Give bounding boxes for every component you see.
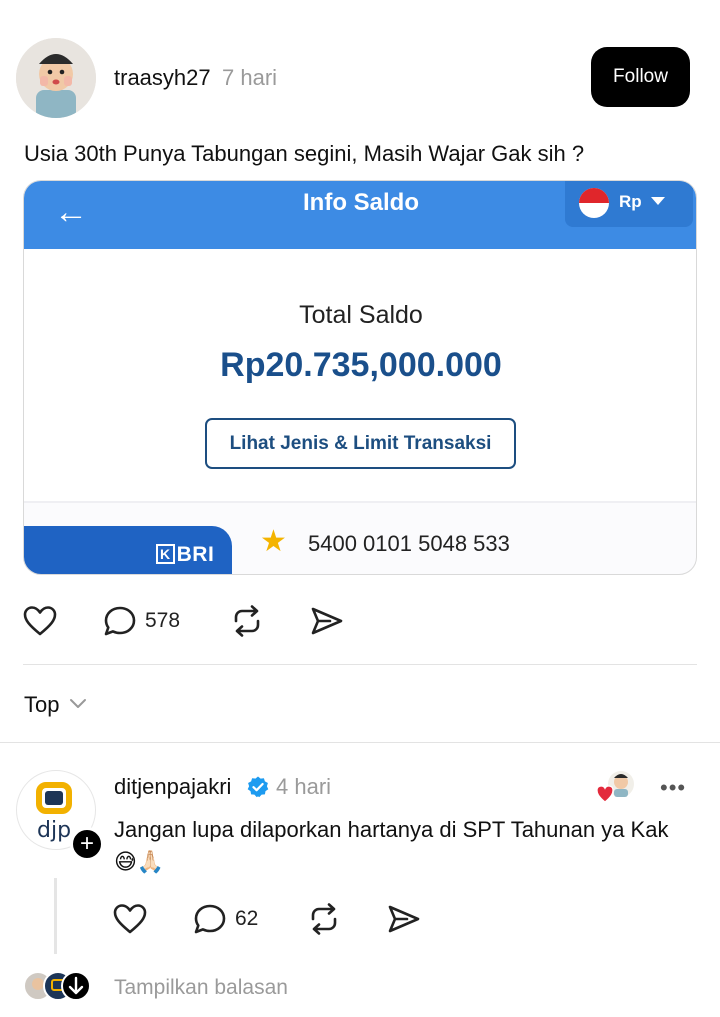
repost-icon (234, 605, 260, 637)
reply-like-button[interactable] (113, 903, 147, 935)
reply-share-button[interactable] (387, 903, 421, 935)
post-username[interactable]: traasyh27 (114, 65, 211, 91)
reply-text: Jangan lupa dilaporkan hartanya di SPT T… (114, 817, 669, 874)
like-button[interactable] (23, 605, 57, 637)
limit-transaction-button: Lihat Jenis & Limit Transaksi (205, 418, 516, 469)
follow-button[interactable]: Follow (591, 47, 690, 107)
show-replies-link[interactable]: Tampilkan balasan (114, 976, 288, 1000)
heart-icon (113, 904, 147, 934)
thread-line (54, 878, 57, 954)
bri-logo-text: BRI (176, 543, 215, 566)
currency-label: Rp (619, 192, 642, 211)
star-icon: ★ (260, 525, 287, 558)
follow-plus-button[interactable]: + (70, 827, 104, 861)
post-image[interactable]: ← Info Saldo Rp Total Saldo Rp20.735,000… (23, 180, 697, 575)
comment-count: 578 (145, 609, 181, 632)
heart-icon (23, 606, 57, 636)
bank-header: ← Info Saldo Rp (24, 181, 696, 249)
avatar-image (16, 38, 96, 118)
comment-icon (104, 606, 136, 636)
currency-selector: Rp (565, 181, 693, 227)
comment-button[interactable]: 578 (103, 605, 180, 637)
indonesia-flag-icon (579, 188, 609, 218)
reply-comment-count: 62 (235, 907, 259, 930)
reply-username[interactable]: ditjenpajakri (114, 774, 231, 800)
caret-down-icon (651, 197, 665, 205)
reply-time: 4 hari (276, 774, 332, 799)
bri-logo: K BRI (156, 543, 214, 567)
repost-icon (311, 903, 337, 935)
sort-label[interactable]: Top (24, 692, 59, 718)
avatar[interactable] (16, 38, 96, 118)
svg-text:djp: djp (37, 818, 71, 843)
bri-logo-box: K (156, 544, 175, 564)
share-button[interactable] (310, 605, 344, 637)
share-icon (388, 905, 420, 933)
reply-comment-button[interactable]: 62 (193, 903, 258, 935)
verified-icon (246, 775, 270, 804)
saldo-value: Rp20.735,000.000 (220, 346, 502, 384)
embed-divider (24, 501, 696, 503)
account-number: 5400 0101 5048 533 (308, 531, 510, 556)
more-icon[interactable]: ••• (660, 775, 686, 801)
post-time: 7 hari (222, 65, 278, 90)
reply-repost-button[interactable] (307, 903, 341, 935)
comment-icon (194, 904, 226, 934)
reply-avatars[interactable] (22, 970, 92, 1002)
chevron-down-icon (70, 699, 86, 708)
divider (23, 664, 697, 665)
divider (0, 742, 720, 743)
share-icon (311, 607, 343, 635)
sort-dropdown[interactable] (68, 693, 88, 718)
liked-by-author-avatar (596, 768, 637, 808)
post-text: Usia 30th Punya Tabungan segini, Masih W… (24, 141, 585, 166)
repost-button[interactable] (230, 605, 264, 637)
saldo-label: Total Saldo (299, 301, 423, 329)
